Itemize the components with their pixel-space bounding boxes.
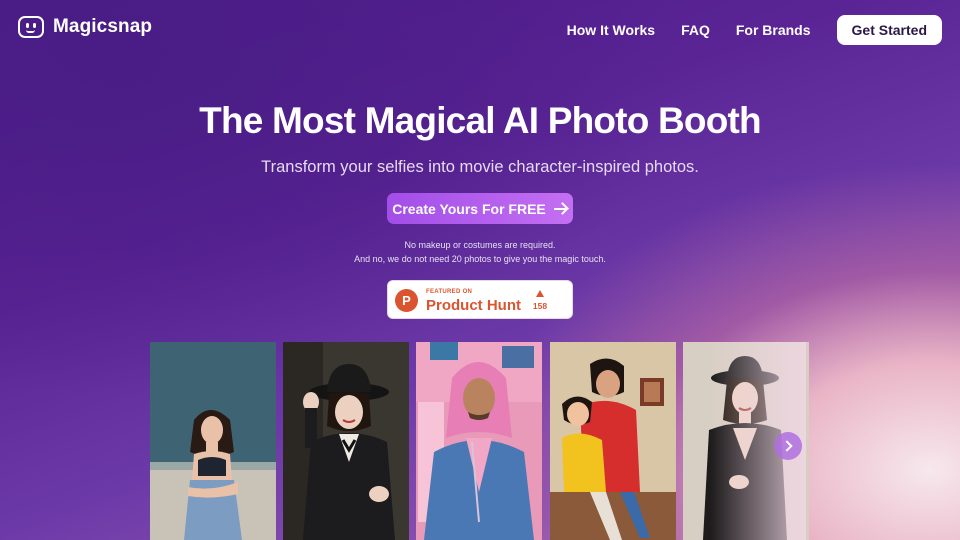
- brand-name: Magicsnap: [53, 16, 153, 37]
- woman-jeans-photo[interactable]: [150, 342, 276, 540]
- site-header: Magicsnap How It Works FAQ For Brands Ge…: [0, 0, 960, 60]
- arrow-right-icon: [553, 203, 568, 215]
- gallery-next-button[interactable]: [774, 432, 802, 460]
- product-hunt-featured-label: FEATURED ON: [426, 289, 473, 295]
- hero-subtitle: Transform your selfies into movie charac…: [261, 158, 699, 176]
- nav-faq[interactable]: FAQ: [681, 15, 710, 45]
- create-yours-label: Create Yours For FREE: [392, 200, 546, 217]
- upvote-icon: [536, 290, 544, 297]
- robot-face-icon: [18, 16, 44, 38]
- main-nav: How It Works FAQ For Brands Get Started: [567, 15, 942, 45]
- nav-how-it-works[interactable]: How It Works: [567, 15, 655, 45]
- get-started-button[interactable]: Get Started: [836, 15, 942, 45]
- hero-note-1: No makeup or costumes are required.: [404, 240, 556, 250]
- hero-title: The Most Magical AI Photo Booth: [199, 100, 762, 141]
- nav-for-brands[interactable]: For Brands: [736, 15, 811, 45]
- product-hunt-badge[interactable]: P FEATURED ON Product Hunt 158: [387, 280, 573, 319]
- product-hunt-name: Product Hunt: [426, 297, 521, 314]
- chevron-right-icon: [780, 440, 793, 452]
- create-yours-button[interactable]: Create Yours For FREE: [387, 193, 573, 224]
- man-pink-hair-photo[interactable]: [416, 342, 542, 540]
- hero-note-2: And no, we do not need 20 photos to give…: [354, 254, 606, 264]
- woman-black-hat-photo[interactable]: [283, 342, 409, 540]
- photo-gallery: [150, 342, 809, 540]
- brand-logo[interactable]: Magicsnap: [18, 16, 152, 38]
- product-hunt-icon: P: [395, 289, 418, 312]
- product-hunt-votes: 158: [532, 301, 548, 311]
- animated-couple-photo[interactable]: [550, 342, 676, 540]
